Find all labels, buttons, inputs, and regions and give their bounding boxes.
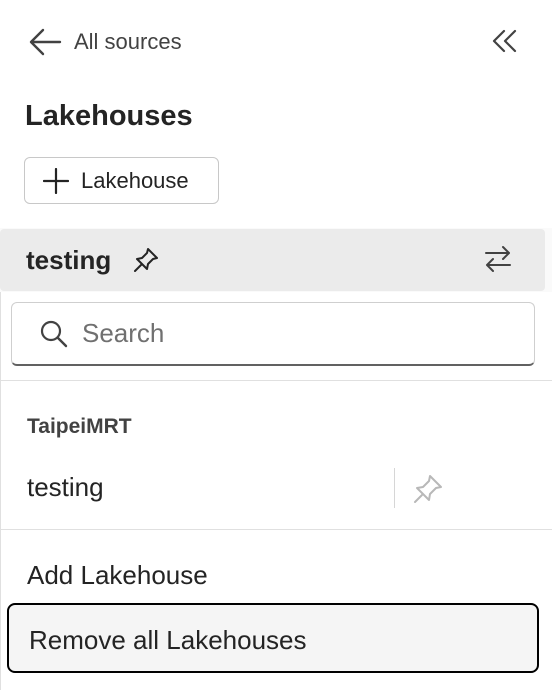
arrow-left-icon — [29, 28, 62, 56]
search-field[interactable] — [11, 302, 535, 366]
remove-all-lakehouses-menu-item[interactable]: Remove all Lakehouses — [7, 603, 539, 673]
swap-arrows-icon[interactable] — [482, 243, 514, 275]
all-sources-label: All sources — [74, 29, 182, 54]
add-lakehouse-label: Lakehouse — [81, 167, 189, 193]
lakehouse-item-name: testing — [27, 472, 104, 502]
all-sources-link[interactable]: All sources — [28, 24, 182, 60]
divider — [394, 468, 395, 508]
selected-lakehouse-name: testing — [26, 245, 112, 275]
plus-icon — [43, 167, 69, 194]
add-lakehouse-menu-item[interactable]: Add Lakehouse — [27, 560, 208, 591]
lakehouse-dropdown: TaipeiMRT testing Add Lakehouse Remove a… — [0, 292, 552, 690]
workspace-group-label: TaipeiMRT — [27, 415, 132, 438]
divider — [1, 380, 552, 381]
panel-header: All sources Lakehouses Lakehouse — [0, 0, 552, 228]
selected-lakehouse-bar[interactable]: testing — [0, 229, 545, 291]
page-title: Lakehouses — [25, 100, 193, 132]
divider — [1, 529, 552, 530]
search-input[interactable] — [82, 318, 502, 349]
search-icon — [40, 320, 68, 347]
remove-all-label: Remove all Lakehouses — [29, 625, 307, 655]
double-chevron-left-icon — [492, 29, 517, 53]
pin-icon[interactable] — [411, 472, 445, 506]
lakehouse-panel: All sources Lakehouses Lakehouse testing — [0, 0, 552, 690]
pin-icon[interactable] — [132, 246, 160, 274]
collapse-button[interactable] — [488, 26, 520, 56]
list-item[interactable]: testing — [1, 460, 552, 518]
add-lakehouse-button[interactable]: Lakehouse — [24, 157, 219, 204]
